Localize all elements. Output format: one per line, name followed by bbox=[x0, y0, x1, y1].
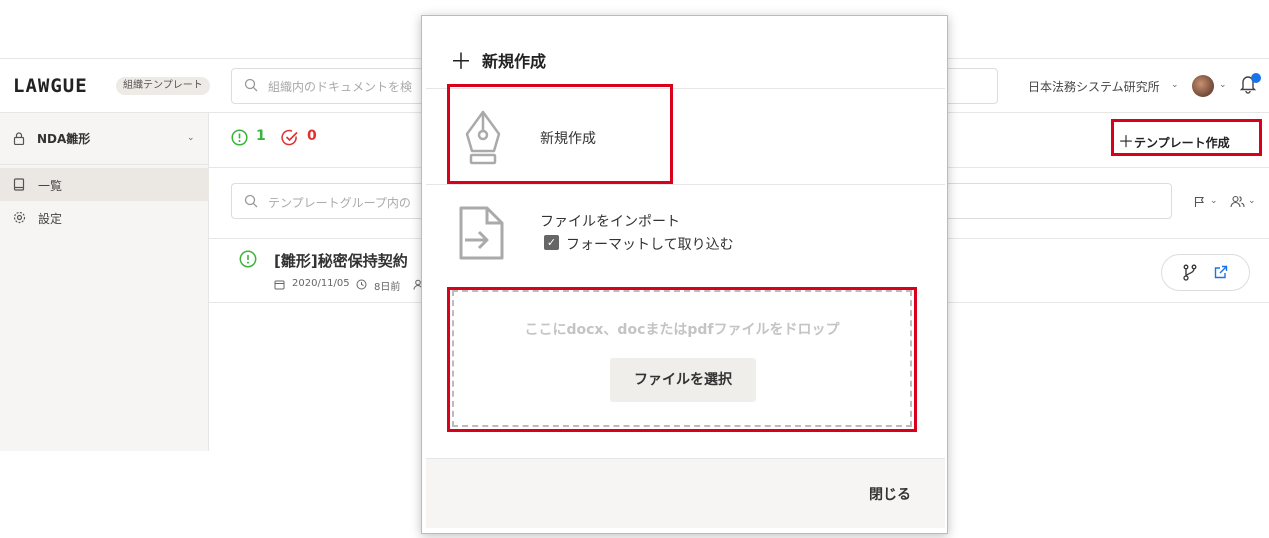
org-template-badge: 組織テンプレート bbox=[116, 77, 210, 95]
book-icon bbox=[13, 178, 25, 191]
sidebar-group-nda[interactable]: NDA雛形 ⌄ bbox=[0, 113, 209, 165]
notification-dot bbox=[1251, 73, 1261, 83]
sidebar-group-label: NDA雛形 bbox=[37, 132, 91, 146]
branch-icon[interactable] bbox=[1182, 264, 1198, 281]
gear-icon bbox=[13, 211, 26, 224]
sidebar-item-list[interactable]: 一覧 bbox=[0, 168, 209, 201]
import-label[interactable]: ファイルをインポート bbox=[540, 211, 680, 231]
relative-time: 8日前 bbox=[374, 282, 401, 293]
search-icon bbox=[244, 78, 258, 92]
clock-icon bbox=[356, 279, 367, 290]
plus-icon: ＋ bbox=[450, 50, 473, 75]
done-count: 0 bbox=[307, 128, 317, 144]
file-import-icon[interactable] bbox=[457, 204, 507, 262]
chevron-down-icon[interactable]: ⌄ bbox=[1210, 196, 1218, 206]
dialog-title: ＋ 新規作成 bbox=[450, 42, 547, 75]
app-logo[interactable]: LAWGUE bbox=[13, 75, 88, 97]
header-search-placeholder: 組織内のドキュメントを検 bbox=[268, 80, 413, 94]
users-icon[interactable] bbox=[1230, 195, 1245, 208]
highlight-box bbox=[447, 84, 673, 184]
lock-icon bbox=[13, 132, 25, 145]
external-link-icon[interactable] bbox=[1214, 265, 1228, 279]
sidebar: NDA雛形 ⌄ 一覧 設定 bbox=[0, 113, 209, 451]
row-actions bbox=[1161, 254, 1250, 291]
format-label: フォーマットして取り込む bbox=[566, 237, 734, 253]
chevron-down-icon[interactable]: ⌄ bbox=[1248, 196, 1256, 206]
created-date: 2020/11/05 bbox=[292, 278, 350, 289]
template-search-placeholder: テンプレートグループ内の bbox=[268, 196, 411, 210]
organization-selector[interactable]: 日本法務システム研究所 bbox=[1028, 78, 1160, 95]
close-button[interactable]: 閉じる bbox=[869, 484, 911, 504]
chevron-down-icon[interactable]: ⌄ bbox=[1219, 80, 1227, 90]
alert-circle-icon bbox=[239, 250, 257, 268]
template-title[interactable]: [雛形]秘密保持契約 bbox=[274, 250, 408, 271]
flag-icon[interactable] bbox=[1194, 196, 1205, 208]
chevron-down-icon[interactable]: ⌄ bbox=[187, 133, 195, 143]
highlight-box bbox=[447, 287, 917, 432]
sidebar-item-label: 一覧 bbox=[38, 179, 63, 193]
alert-circle-icon[interactable] bbox=[231, 129, 248, 146]
dialog-footer: 閉じる bbox=[426, 458, 945, 528]
sidebar-item-label: 設定 bbox=[38, 212, 63, 226]
format-checkbox[interactable]: ✓ bbox=[544, 235, 559, 250]
check-circle-icon[interactable] bbox=[281, 129, 299, 146]
highlight-box bbox=[1111, 119, 1262, 156]
open-count: 1 bbox=[256, 128, 266, 144]
calendar-icon bbox=[274, 280, 285, 290]
avatar[interactable] bbox=[1192, 75, 1214, 97]
sidebar-item-settings[interactable]: 設定 bbox=[0, 201, 209, 234]
chevron-down-icon[interactable]: ⌄ bbox=[1171, 80, 1179, 90]
dialog-title-text: 新規作成 bbox=[482, 52, 547, 71]
search-icon bbox=[244, 194, 258, 208]
